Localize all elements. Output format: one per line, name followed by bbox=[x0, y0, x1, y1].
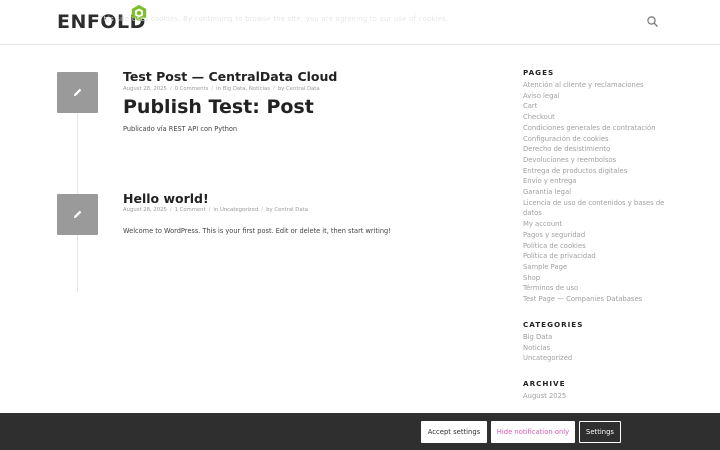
post-comments-link[interactable]: 1 Comment bbox=[175, 207, 206, 213]
archive-heading: ARCHIVE bbox=[523, 379, 566, 388]
post-content-heading: Publish Test: Post bbox=[123, 96, 314, 118]
post-format-thumbnail[interactable] bbox=[57, 194, 98, 235]
sidebar-link[interactable]: Condiciones generales de contratación bbox=[523, 123, 673, 134]
post-categories-link[interactable]: Big Data, Noticias bbox=[223, 86, 270, 92]
sidebar-link[interactable]: Pagos y seguridad bbox=[523, 230, 673, 241]
post-content-text: Welcome to WordPress. This is your first… bbox=[123, 227, 391, 235]
post-content-text: Publicado vía REST API con Python bbox=[123, 125, 238, 133]
sidebar-link[interactable]: Sample Page bbox=[523, 262, 673, 273]
archive-list: August 2025 bbox=[523, 391, 673, 402]
post-title[interactable]: Hello world! bbox=[123, 191, 209, 206]
sidebar-link[interactable]: Términos de uso bbox=[523, 283, 673, 294]
sidebar-link[interactable]: datos bbox=[523, 208, 673, 219]
sidebar-link[interactable]: Shop bbox=[523, 273, 673, 284]
archive-widget: ARCHIVE August 2025 bbox=[523, 379, 673, 402]
sidebar-link[interactable]: Big Data bbox=[523, 332, 673, 343]
sidebar-link[interactable]: Noticias bbox=[523, 343, 673, 354]
post-author-link[interactable]: Central Data bbox=[274, 207, 308, 213]
sidebar-link[interactable]: Garantía legal bbox=[523, 187, 673, 198]
sidebar-link[interactable]: My account bbox=[523, 219, 673, 230]
pages-list: Atención al cliente y reclamaciones Aviso… bbox=[523, 80, 673, 305]
sidebar-link[interactable]: Devoluciones y reembolsos bbox=[523, 155, 673, 166]
sidebar-link[interactable]: Atención al cliente y reclamaciones bbox=[523, 80, 673, 91]
sidebar-link[interactable]: Aviso legal bbox=[523, 91, 673, 102]
post-meta: August 28, 2025/0 Comments / in Big Data, … bbox=[123, 86, 320, 92]
pages-widget: PAGES Atención al cliente y reclamacione… bbox=[523, 68, 673, 305]
post-in-label: in bbox=[213, 207, 219, 213]
post-meta: August 28, 2025/1 Comment / in Uncategoriz… bbox=[123, 207, 308, 213]
sidebar-link[interactable]: Envío y entrega bbox=[523, 176, 673, 187]
categories-widget: CATEGORIES Big Data Noticias Uncategorized bbox=[523, 320, 673, 364]
sidebar-link[interactable]: Test Page — Companies Databases bbox=[523, 294, 673, 305]
search-icon[interactable] bbox=[646, 15, 660, 29]
sidebar-link[interactable]: Checkout bbox=[523, 112, 673, 123]
sidebar-link[interactable]: Uncategorized bbox=[523, 353, 673, 364]
sidebar-link[interactable]: Configuración de cookies bbox=[523, 134, 673, 145]
post-date: August 28, 2025 bbox=[123, 207, 167, 213]
hide-notification-button[interactable]: Hide notification only bbox=[491, 421, 575, 443]
post-by-label: by bbox=[277, 86, 285, 92]
categories-list: Big Data Noticias Uncategorized bbox=[523, 332, 673, 364]
cookie-message: This site uses cookies. By continuing to… bbox=[99, 15, 449, 23]
post-format-thumbnail[interactable] bbox=[57, 72, 98, 113]
post-author-link[interactable]: Central Data bbox=[286, 86, 320, 92]
categories-heading: CATEGORIES bbox=[523, 320, 584, 329]
post-in-label: in bbox=[216, 86, 222, 92]
post-categories-link[interactable]: Uncategorized bbox=[220, 207, 258, 213]
sidebar-link[interactable]: Derecho de desistimiento bbox=[523, 144, 673, 155]
accept-settings-button[interactable]: Accept settings bbox=[421, 421, 487, 443]
sidebar-link[interactable]: August 2025 bbox=[523, 391, 673, 402]
pencil-icon bbox=[73, 210, 82, 219]
post-date: August 28, 2025 bbox=[123, 86, 167, 92]
sidebar-link[interactable]: Política de privacidad bbox=[523, 251, 673, 262]
post-by-label: by bbox=[266, 207, 273, 213]
sidebar-link[interactable]: Política de cookies bbox=[523, 241, 673, 252]
cookie-settings-button[interactable]: Settings bbox=[579, 421, 621, 443]
post-comments-link[interactable]: 0 Comments bbox=[175, 86, 209, 92]
sidebar-link[interactable]: Entrega de productos digitales bbox=[523, 166, 673, 177]
sidebar-link[interactable]: Licencia de uso de contenidos y bases de bbox=[523, 198, 673, 209]
pages-heading: PAGES bbox=[523, 68, 555, 77]
sidebar-link[interactable]: Cart bbox=[523, 101, 673, 112]
pencil-icon bbox=[73, 88, 82, 97]
post-title[interactable]: Test Post — CentralData Cloud bbox=[123, 69, 337, 84]
